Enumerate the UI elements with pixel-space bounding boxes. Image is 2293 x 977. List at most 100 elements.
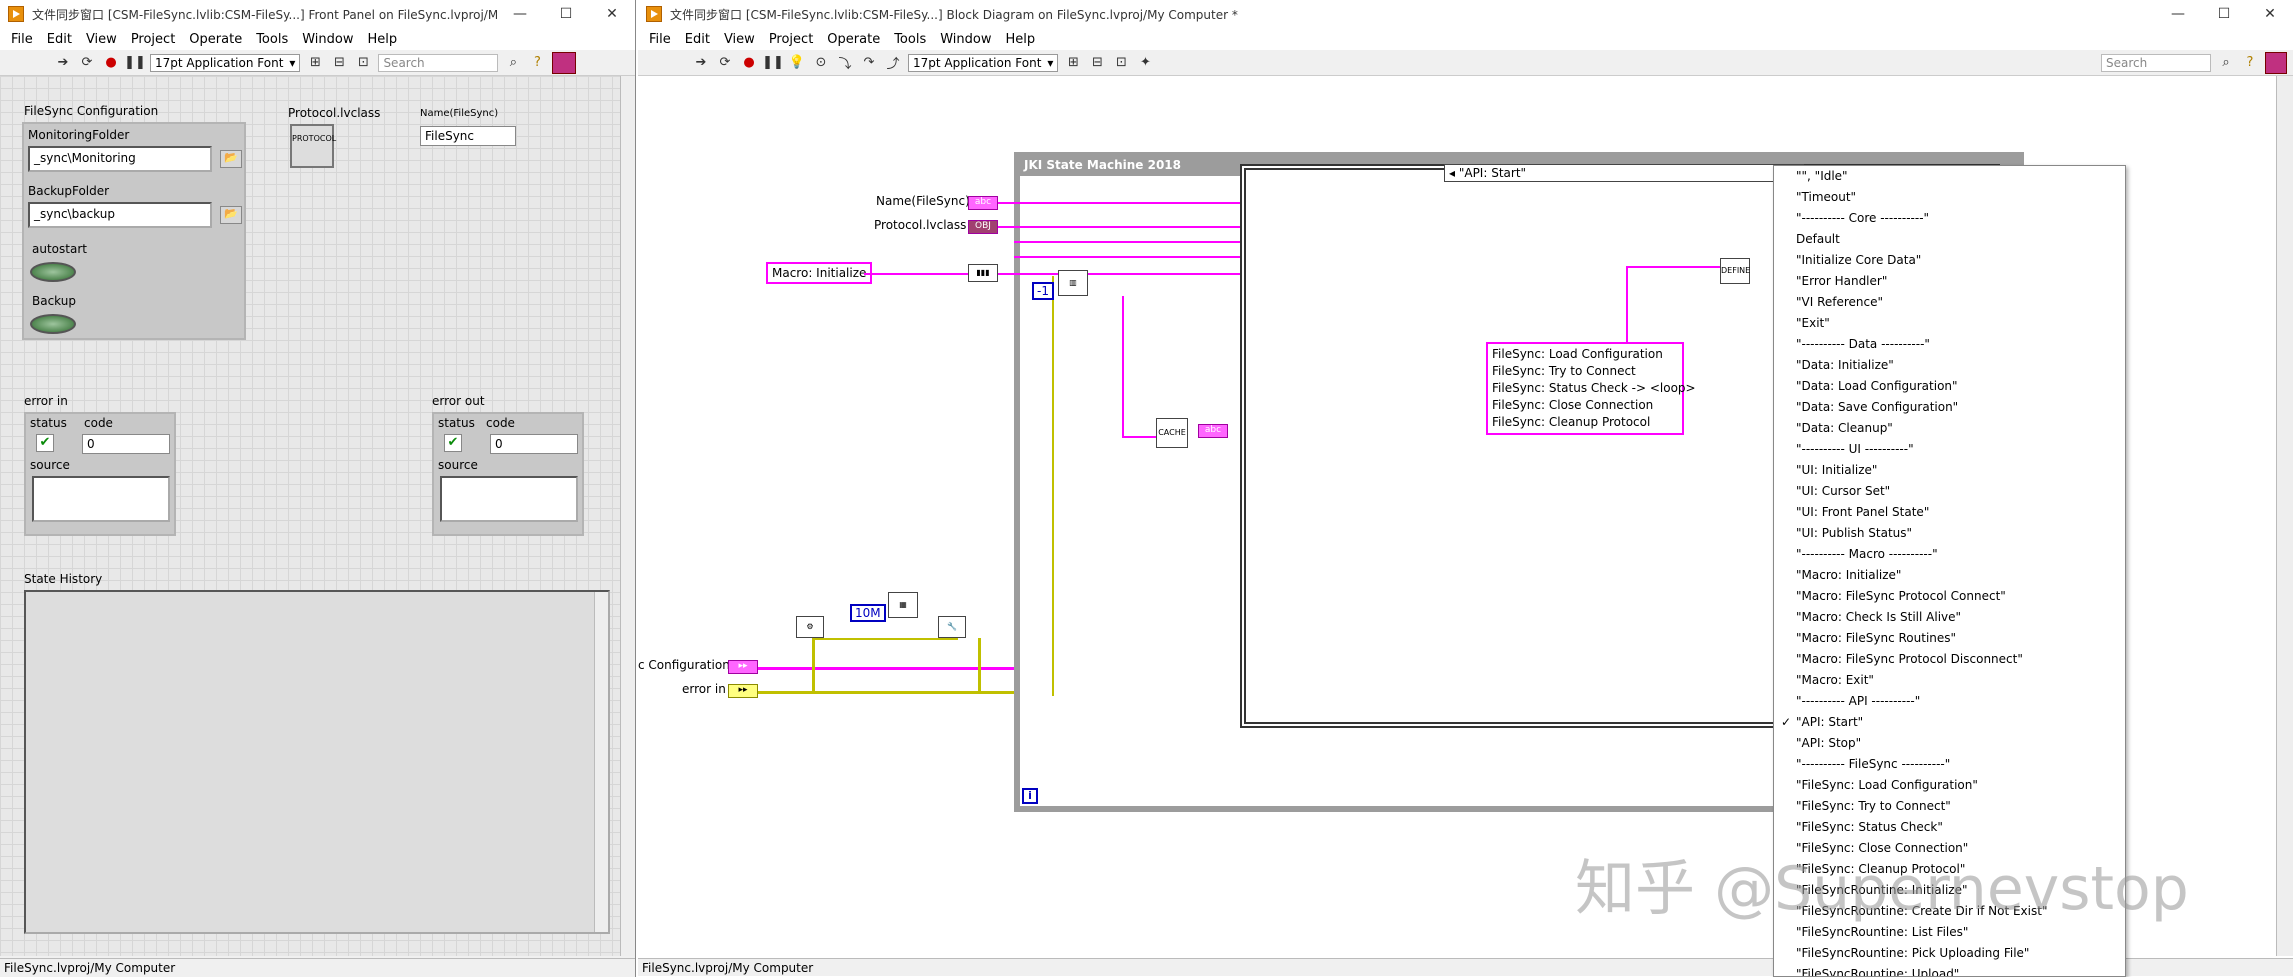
step-out-icon[interactable]: ⤴	[884, 54, 902, 72]
search-icon[interactable]: ⌕	[504, 54, 522, 72]
menu-tools[interactable]: Tools	[887, 32, 933, 47]
case-list-item[interactable]: "FileSync: Status Check"	[1774, 817, 2125, 838]
error-in-code[interactable]: 0	[82, 434, 170, 454]
maximize-icon[interactable]: ☐	[543, 0, 589, 28]
autostart-toggle[interactable]	[30, 262, 76, 282]
bd-vertical-scrollbar[interactable]	[2276, 76, 2293, 956]
config-read-subvi[interactable]: 🔧	[938, 616, 966, 638]
menu-tools[interactable]: Tools	[249, 32, 295, 47]
case-list-item[interactable]: "Error Handler"	[1774, 271, 2125, 292]
case-list-item[interactable]: "Macro: FileSync Routines"	[1774, 628, 2125, 649]
state-history-display[interactable]	[24, 590, 610, 934]
case-list-item[interactable]: "---------- Core ----------"	[1774, 208, 2125, 229]
fp-vertical-scrollbar[interactable]	[620, 76, 635, 956]
highlight-execution-icon[interactable]: 💡	[788, 54, 806, 72]
run-continuously-icon[interactable]: ⟳	[78, 54, 96, 72]
abort-icon[interactable]: ●	[102, 54, 120, 72]
menu-project[interactable]: Project	[762, 32, 820, 47]
case-list-item[interactable]: "Exit"	[1774, 313, 2125, 334]
abort-icon[interactable]: ●	[740, 54, 758, 72]
menu-window[interactable]: Window	[933, 32, 998, 47]
pause-icon[interactable]: ❚❚	[762, 54, 784, 72]
case-list-item[interactable]: "Macro: Initialize"	[1774, 565, 2125, 586]
vi-icon[interactable]	[2265, 51, 2287, 74]
menu-help[interactable]: Help	[998, 32, 1042, 47]
menu-project[interactable]: Project	[124, 32, 182, 47]
run-icon[interactable]: ➔	[692, 54, 710, 72]
protocol-class-terminal[interactable]: OBJ	[968, 220, 998, 234]
case-list-item[interactable]: "---------- Data ----------"	[1774, 334, 2125, 355]
menu-operate[interactable]: Operate	[820, 32, 887, 47]
buffer-subvi[interactable]: ▦	[888, 592, 918, 618]
config-terminal[interactable]: ▸▸	[728, 660, 758, 674]
case-list-item[interactable]: "UI: Cursor Set"	[1774, 481, 2125, 502]
font-selector[interactable]: 17pt Application Font ▾	[908, 53, 1059, 72]
folder-browse-icon[interactable]: 📂	[220, 206, 242, 224]
retain-wire-values-icon[interactable]: ⊙	[812, 54, 830, 72]
case-list-item[interactable]: "Data: Initialize"	[1774, 355, 2125, 376]
help-icon[interactable]: ?	[2241, 54, 2259, 72]
name-string-control[interactable]: FileSync	[420, 126, 516, 146]
menu-operate[interactable]: Operate	[182, 32, 249, 47]
case-list-item[interactable]: "Macro: FileSync Protocol Disconnect"	[1774, 649, 2125, 670]
vi-icon[interactable]	[552, 51, 577, 74]
case-list-item[interactable]: "---------- Macro ----------"	[1774, 544, 2125, 565]
name-string-terminal[interactable]: abc	[968, 196, 998, 210]
reorder-icon[interactable]: ⊡	[1112, 54, 1130, 72]
case-list-item[interactable]: "Initialize Core Data"	[1774, 250, 2125, 271]
error-in-terminal[interactable]: ▸▸	[728, 684, 758, 698]
align-icon[interactable]: ⊞	[1064, 54, 1082, 72]
case-list-item[interactable]: "Macro: Exit"	[1774, 670, 2125, 691]
macro-initialize-constant[interactable]: Macro: Initialize	[766, 262, 873, 284]
minimize-icon[interactable]: —	[497, 0, 543, 28]
error-in-status-check[interactable]: ✔	[36, 434, 54, 452]
menu-view[interactable]: View	[79, 32, 124, 47]
case-list-item[interactable]: "Macro: FileSync Protocol Connect"	[1774, 586, 2125, 607]
case-list-item[interactable]: "UI: Publish Status"	[1774, 523, 2125, 544]
run-continuously-icon[interactable]: ⟳	[716, 54, 734, 72]
case-list-item[interactable]: "---------- API ----------"	[1774, 691, 2125, 712]
cache-subvi[interactable]: CACHE	[1156, 418, 1188, 448]
menu-help[interactable]: Help	[360, 32, 404, 47]
case-list-item[interactable]: "Data: Save Configuration"	[1774, 397, 2125, 418]
cleanup-diagram-icon[interactable]: ✦	[1136, 54, 1154, 72]
error-in-source-field[interactable]	[32, 476, 170, 522]
case-list-item[interactable]: "UI: Front Panel State"	[1774, 502, 2125, 523]
case-list-item[interactable]: "", "Idle"	[1774, 166, 2125, 187]
case-list-item[interactable]: "UI: Initialize"	[1774, 460, 2125, 481]
close-icon[interactable]: ✕	[2247, 0, 2293, 28]
menu-edit[interactable]: Edit	[40, 32, 79, 47]
protocol-class-control[interactable]: PROTOCOL	[290, 124, 336, 168]
case-list-item[interactable]: "FileSync: Load Configuration"	[1774, 775, 2125, 796]
run-icon[interactable]: ➔	[54, 54, 72, 72]
step-over-icon[interactable]: ↷	[860, 54, 878, 72]
font-selector[interactable]: 17pt Application Font ▾	[150, 53, 301, 72]
case-selector-arrow-icon[interactable]: ◂	[1449, 166, 1459, 180]
case-list-item[interactable]: "Data: Load Configuration"	[1774, 376, 2125, 397]
history-scrollbar[interactable]	[594, 592, 608, 932]
minimize-icon[interactable]: —	[2155, 0, 2201, 28]
pause-icon[interactable]: ❚❚	[124, 54, 146, 72]
state-script-constant[interactable]: FileSync: Load Configuration FileSync: T…	[1486, 342, 1696, 435]
case-list-item[interactable]: "API: Stop"	[1774, 733, 2125, 754]
menu-view[interactable]: View	[717, 32, 762, 47]
search-input[interactable]: Search	[378, 53, 499, 72]
case-list-item[interactable]: "Macro: Check Is Still Alive"	[1774, 607, 2125, 628]
case-list-item[interactable]: "FileSync: Try to Connect"	[1774, 796, 2125, 817]
maximize-icon[interactable]: ☐	[2201, 0, 2247, 28]
help-icon[interactable]: ?	[528, 54, 546, 72]
case-selector[interactable]: ◂ "API: Start"	[1444, 164, 1804, 182]
case-list-item[interactable]: "FileSyncRountine: Pick Uploading File"	[1774, 943, 2125, 964]
case-list-item[interactable]: Default	[1774, 229, 2125, 250]
bd-titlebar[interactable]: 文件同步窗口 [CSM-FileSync.lvlib:CSM-FileSy...…	[638, 0, 2293, 28]
case-list-item[interactable]: "Timeout"	[1774, 187, 2125, 208]
case-list-item[interactable]: "VI Reference"	[1774, 292, 2125, 313]
menu-edit[interactable]: Edit	[678, 32, 717, 47]
align-icon[interactable]: ⊞	[306, 54, 324, 72]
build-queue-subvi[interactable]: ▮▮▮	[968, 264, 998, 282]
menu-window[interactable]: Window	[295, 32, 360, 47]
type-cast-subvi[interactable]: ⚙	[796, 616, 824, 638]
dequeue-subvi[interactable]: ▥	[1058, 270, 1088, 296]
case-list-item[interactable]: ✓ "API: Start"	[1774, 712, 2125, 733]
menu-file[interactable]: File	[4, 32, 40, 47]
